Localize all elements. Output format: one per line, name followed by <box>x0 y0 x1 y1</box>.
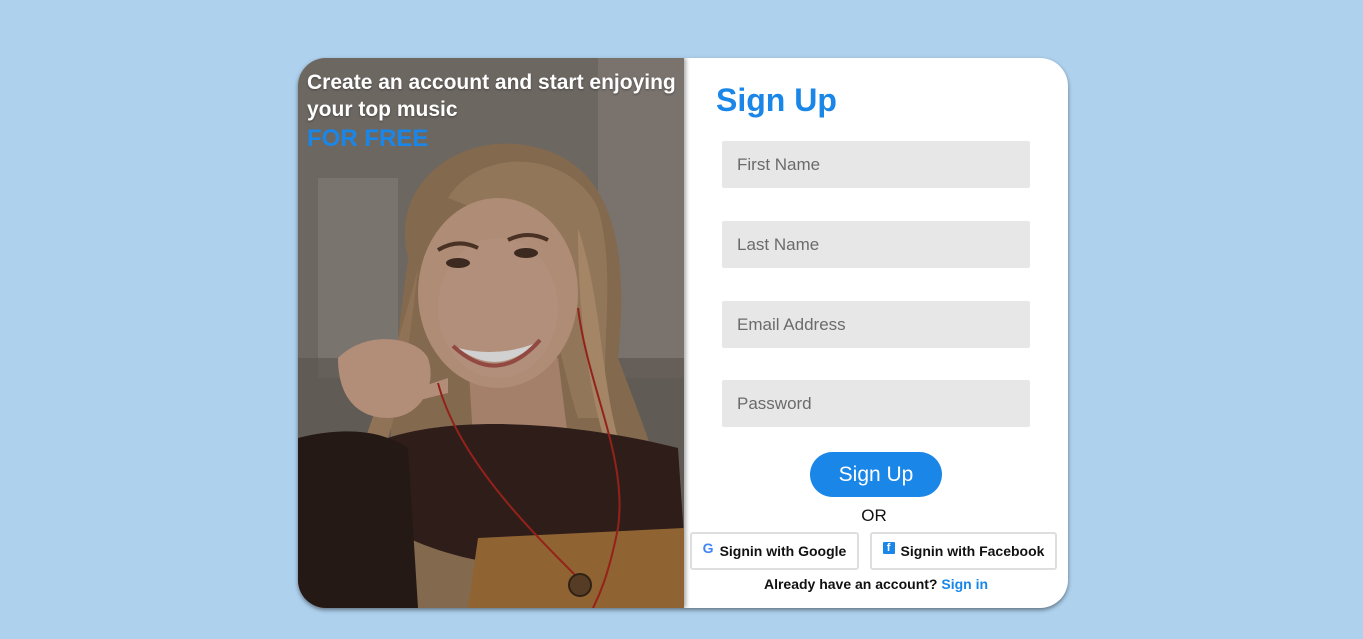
already-account-line: Already have an account? Sign in <box>684 576 1068 592</box>
password-input[interactable] <box>722 380 1030 427</box>
hero-tagline-text: Create an account and start enjoying you… <box>307 71 676 121</box>
first-name-input[interactable] <box>722 141 1030 188</box>
signup-form: Sign Up Sign Up OR G Signin with Google … <box>684 58 1068 608</box>
last-name-input[interactable] <box>722 221 1030 268</box>
hero-free-highlight: FOR FREE <box>307 125 429 152</box>
or-divider: OR <box>861 506 887 525</box>
facebook-signin-button[interactable]: f Signin with Facebook <box>870 532 1057 570</box>
signup-card: Create an account and start enjoying you… <box>298 58 1068 608</box>
google-icon: G <box>702 540 714 556</box>
google-signin-label: Signin with Google <box>719 543 847 559</box>
email-input[interactable] <box>722 301 1030 348</box>
already-account-text: Already have an account? <box>763 576 938 592</box>
facebook-icon: f <box>882 541 895 554</box>
facebook-signin-label: Signin with Facebook <box>900 543 1045 559</box>
signup-button[interactable]: Sign Up <box>810 452 942 497</box>
hero-tagline: Create an account and start enjoying you… <box>307 69 677 154</box>
hero-panel: Create an account and start enjoying you… <box>298 58 684 608</box>
form-title: Sign Up <box>716 82 837 118</box>
signin-link[interactable]: Sign in <box>941 576 988 592</box>
google-signin-button[interactable]: G Signin with Google <box>690 532 859 570</box>
